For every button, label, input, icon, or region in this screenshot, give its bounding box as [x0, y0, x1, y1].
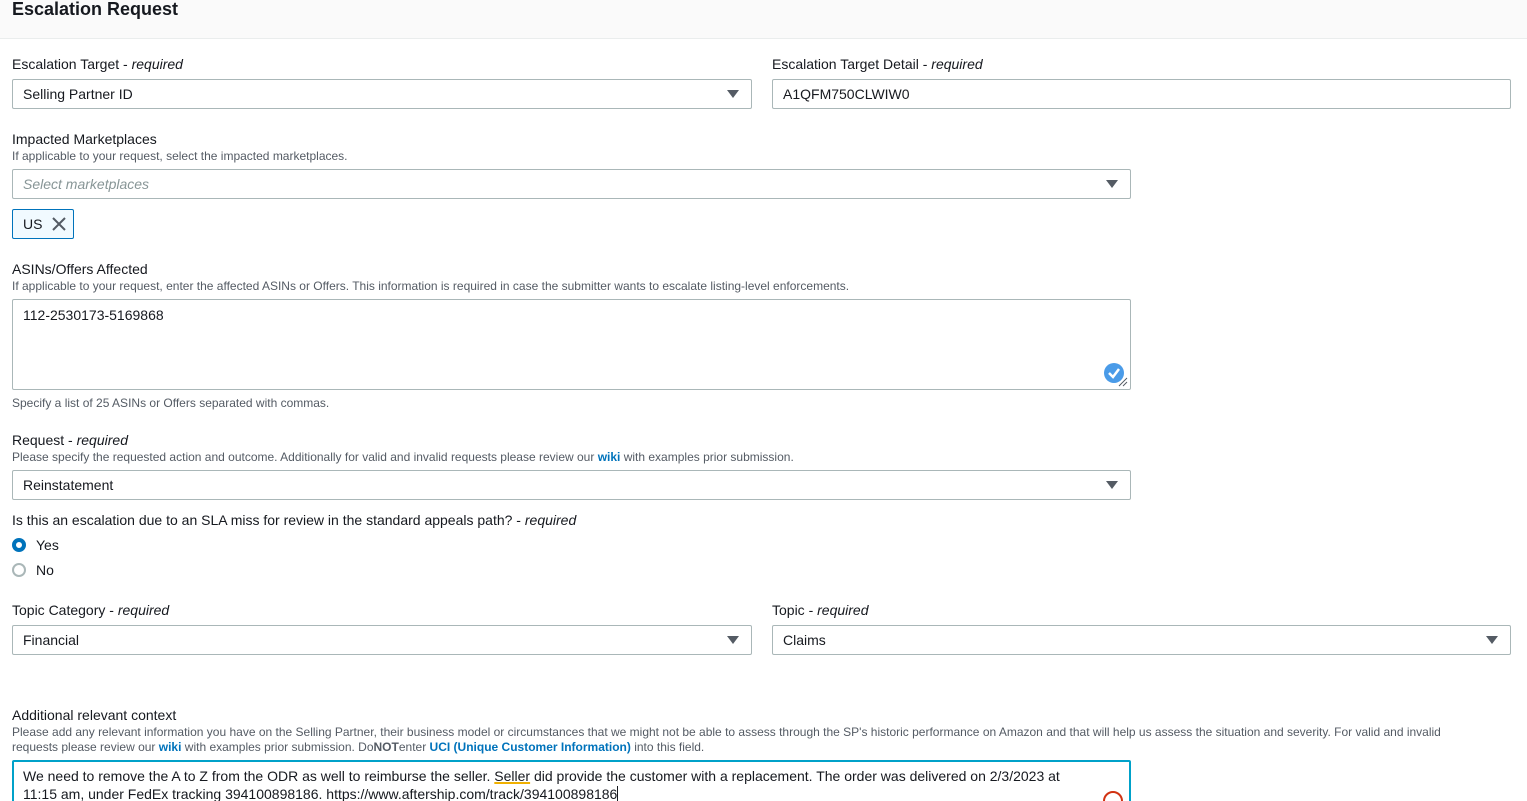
text-cursor [617, 786, 619, 801]
caret-down-icon [727, 636, 739, 644]
page-title: Escalation Request [12, 0, 179, 19]
escalation-target-detail-label: Escalation Target Detail - required [772, 56, 983, 72]
sla-radio-yes-label: Yes [36, 537, 59, 553]
close-icon[interactable] [52, 217, 66, 231]
impacted-marketplaces-label: Impacted Marketplaces [12, 131, 157, 147]
caret-down-icon [727, 90, 739, 98]
request-label: Request - required [12, 432, 128, 448]
resize-handle-icon[interactable] [1118, 377, 1128, 387]
context-textarea[interactable]: We need to remove the A to Z from the OD… [12, 760, 1131, 801]
asins-help-text: Specify a list of 25 ASINs or Offers sep… [12, 396, 330, 410]
escalation-target-select[interactable]: Selling Partner ID [12, 79, 752, 109]
impacted-marketplaces-hint: If applicable to your request, select th… [12, 149, 348, 163]
marketplace-token-us: US [12, 209, 74, 239]
sla-question-label: Is this an escalation due to an SLA miss… [12, 512, 577, 528]
topic-select[interactable]: Claims [772, 625, 1511, 655]
asins-textarea[interactable]: 112-2530173-5169868 [12, 299, 1131, 390]
spellcheck-word: Seller [494, 768, 531, 784]
escalation-target-label: Escalation Target - required [12, 56, 183, 72]
topic-label: Topic - required [772, 602, 869, 618]
request-hint: Please specify the requested action and … [12, 450, 794, 464]
escalation-target-detail-input[interactable]: A1QFM750CLWIW0 [772, 79, 1511, 109]
uci-link[interactable]: UCI (Unique Customer Information) [430, 740, 631, 754]
request-select[interactable]: Reinstatement [12, 470, 1131, 500]
sla-radio-no[interactable] [12, 563, 26, 577]
topic-category-label: Topic Category - required [12, 602, 170, 618]
sla-radio-yes[interactable] [12, 538, 26, 552]
context-label: Additional relevant context [12, 707, 177, 723]
caret-down-icon [1486, 636, 1498, 644]
asins-label: ASINs/Offers Affected [12, 261, 148, 277]
caret-down-icon [1106, 180, 1118, 188]
page-header: Escalation Request [0, 0, 1527, 39]
wiki-link[interactable]: wiki [159, 740, 182, 754]
topic-category-select[interactable]: Financial [12, 625, 752, 655]
sla-radio-no-label: No [36, 562, 54, 578]
asins-hint: If applicable to your request, enter the… [12, 279, 850, 293]
marketplaces-select[interactable]: Select marketplaces [12, 169, 1131, 199]
caret-down-icon [1106, 481, 1118, 489]
context-hint: Please add any relevant information you … [12, 725, 1441, 754]
wiki-link[interactable]: wiki [598, 450, 621, 464]
